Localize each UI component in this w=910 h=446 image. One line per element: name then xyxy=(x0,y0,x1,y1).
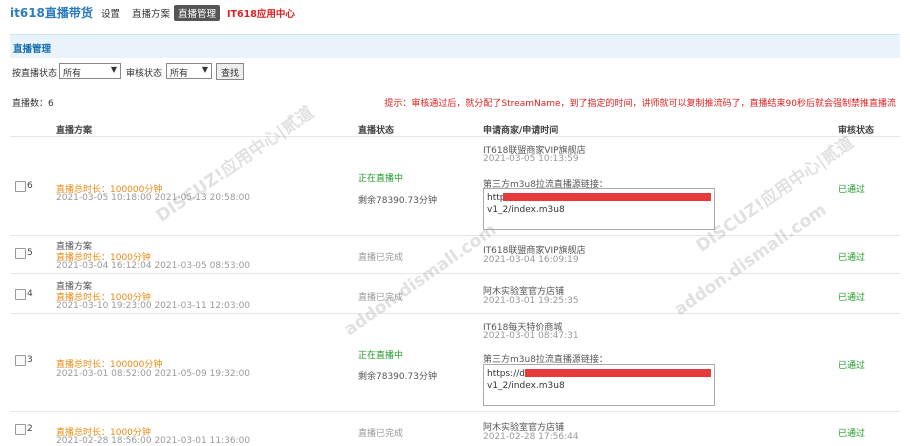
row-period: 2021-03-10 19:23:00 2021-03-11 12:03:00 xyxy=(56,301,251,311)
row-audit-status: 已通过 xyxy=(838,185,866,195)
nav-live-manage[interactable]: 直播管理 xyxy=(174,5,221,21)
row-checkbox[interactable] xyxy=(15,355,26,366)
row-live-status: 正在直播中 xyxy=(358,351,404,361)
row-remaining: 剩余78390.73分钟 xyxy=(358,372,437,382)
row-audit-status: 已通过 xyxy=(838,361,866,371)
nav-settings[interactable]: 设置 xyxy=(97,5,124,21)
col-header-merchant: 申请商家/申请时间 xyxy=(483,126,559,136)
audit-status-label: 审核状态 xyxy=(126,69,163,79)
row-id: 4 xyxy=(27,289,33,299)
row-apply-time: 2021-03-01 19:25:35 xyxy=(483,296,579,306)
watermark: addon.dismall.com xyxy=(340,219,501,341)
live-status-select[interactable]: 所有 ▼ xyxy=(59,63,121,79)
row-checkbox[interactable] xyxy=(15,248,26,259)
notice-text: 提示：审核通过后，就分配了StreamName，到了指定的时间，讲师就可以复制推… xyxy=(384,99,896,109)
row-audit-status: 已通过 xyxy=(838,293,866,303)
link-line-1: https://d xyxy=(487,369,525,379)
row-live-status: 直播已完成 xyxy=(358,253,404,263)
nav-app-center[interactable]: IT618应用中心 xyxy=(223,5,299,21)
redaction-bar xyxy=(503,193,711,201)
redaction-bar xyxy=(525,369,711,377)
link-line-2: v1_2/index.m3u8 xyxy=(487,381,565,391)
row-id: 3 xyxy=(27,355,33,365)
row-audit-status: 已通过 xyxy=(838,429,866,439)
row-audit-status: 已通过 xyxy=(838,253,866,263)
audit-status-value: 所有 xyxy=(170,69,189,79)
row-id: 2 xyxy=(27,424,33,434)
row-id: 5 xyxy=(27,248,33,258)
row-period: 2021-03-01 08:52:00 2021-05-09 19:32:00 xyxy=(56,369,251,379)
nav-live-plan[interactable]: 直播方案 xyxy=(128,5,174,21)
row-live-status: 直播已完成 xyxy=(358,429,404,439)
link-line-2: v1_2/index.m3u8 xyxy=(487,205,565,215)
divider xyxy=(10,411,900,412)
live-status-value: 所有 xyxy=(63,69,82,79)
row-period: 2021-03-04 16:12:04 2021-03-05 08:53:00 xyxy=(56,261,251,271)
col-header-plan: 直播方案 xyxy=(56,126,93,136)
row-live-status: 正在直播中 xyxy=(358,174,404,184)
divider xyxy=(10,273,900,274)
dropdown-arrow-icon: ▼ xyxy=(110,65,117,74)
divider xyxy=(10,136,900,137)
row-remaining: 剩余78390.73分钟 xyxy=(358,196,437,206)
audit-status-select[interactable]: 所有 ▼ xyxy=(166,63,212,79)
row-period: 2021-03-05 10:18:00 2021-05-13 20:58:00 xyxy=(56,193,251,203)
row-checkbox[interactable] xyxy=(15,424,26,435)
row-checkbox[interactable] xyxy=(15,181,26,192)
top-nav: it618直播带货 设置 直播方案 直播管理 IT618应用中心 xyxy=(0,0,910,24)
divider xyxy=(10,313,900,314)
row-checkbox[interactable] xyxy=(15,289,26,300)
live-count: 直播数：6 xyxy=(12,99,54,109)
row-apply-time: 2021-03-04 16:09:19 xyxy=(483,255,579,265)
row-apply-time: 2021-03-05 10:13:59 xyxy=(483,154,579,164)
search-button[interactable]: 查找 xyxy=(216,63,245,80)
app-brand[interactable]: it618直播带货 xyxy=(10,4,93,21)
dropdown-arrow-icon: ▼ xyxy=(201,65,208,74)
row-id: 6 xyxy=(27,181,33,191)
section-header: 直播管理 xyxy=(10,34,900,58)
live-status-label: 按直播状态 xyxy=(12,69,58,79)
row-apply-time: 2021-03-01 08:47:31 xyxy=(483,331,579,341)
section-title: 直播管理 xyxy=(13,44,52,55)
row-apply-time: 2021-02-28 17:56:44 xyxy=(483,432,579,442)
watermark: DISCUZ!应用中心|贰道 xyxy=(152,102,318,227)
col-header-status: 直播状态 xyxy=(358,126,395,136)
